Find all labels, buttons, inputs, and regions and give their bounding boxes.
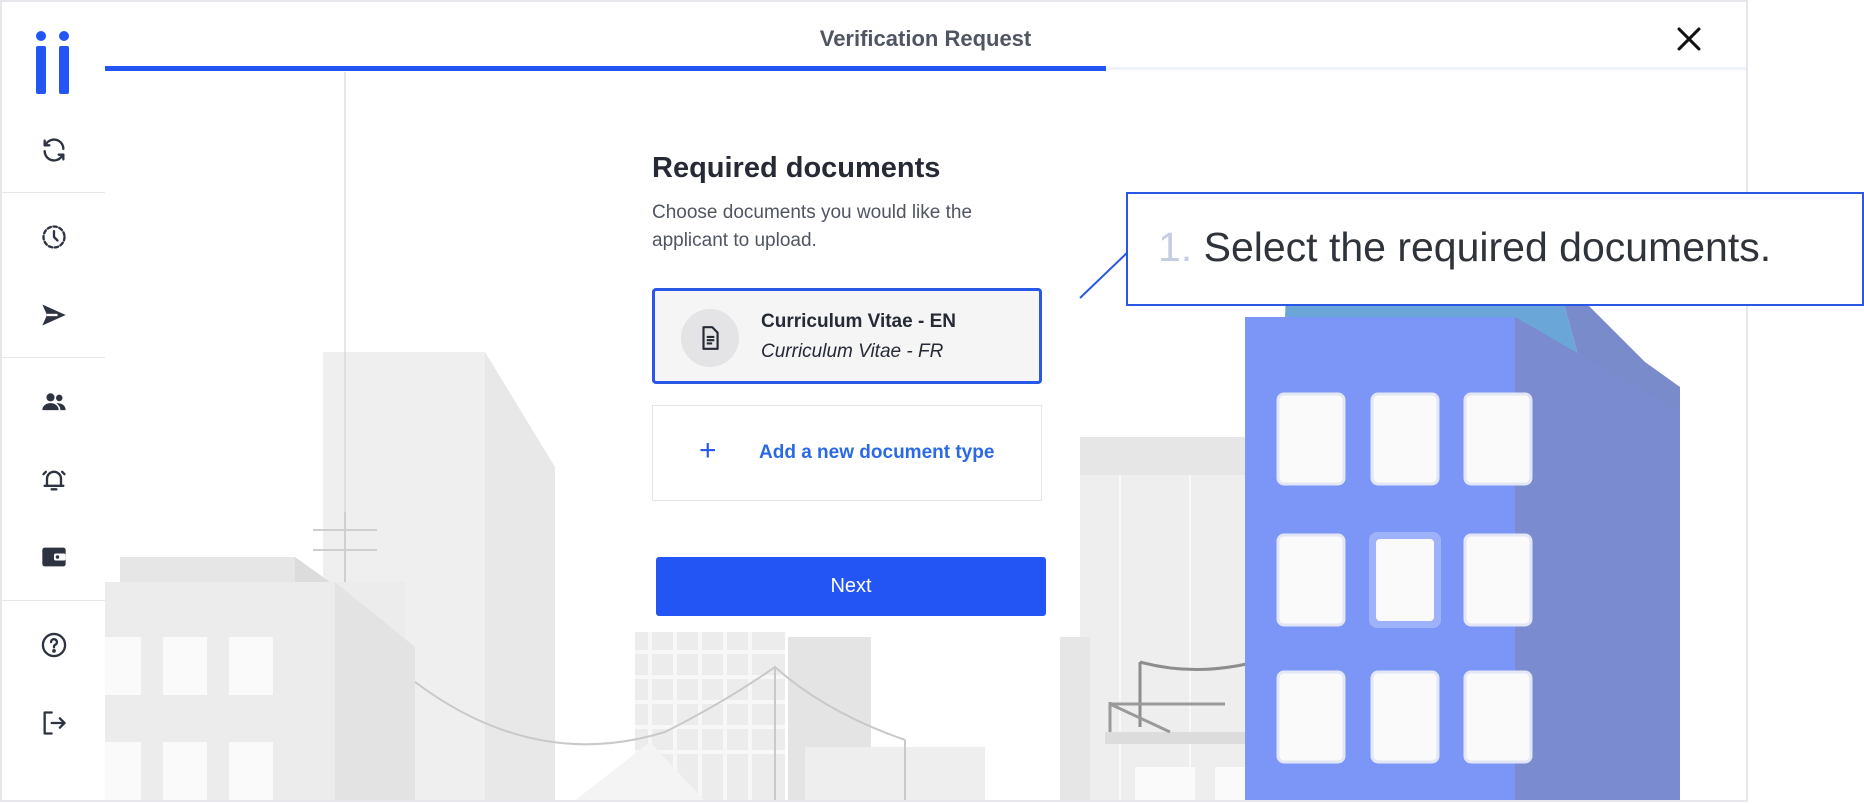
required-documents-panel: Required documents Choose documents you …	[652, 152, 1052, 255]
section-description: Choose documents you would like the appl…	[652, 202, 973, 251]
callout-step-number: 1.	[1158, 224, 1193, 270]
app-logo	[36, 31, 69, 94]
document-subtitle: Curriculum Vitae - FR	[761, 341, 944, 362]
plus-icon: +	[699, 434, 717, 467]
wallet-icon[interactable]	[38, 541, 70, 573]
progress-bar	[105, 66, 1746, 71]
tutorial-callout: 1. Select the required documents.	[1126, 192, 1864, 306]
close-icon[interactable]	[1672, 22, 1706, 56]
sidebar-divider	[2, 192, 105, 193]
page-title: Verification Request	[819, 26, 1032, 51]
callout-text: 1. Select the required documents.	[1158, 224, 1771, 271]
callout-connector	[1079, 249, 1131, 299]
alarm-icon[interactable]	[38, 464, 70, 496]
next-button[interactable]: Next	[656, 557, 1046, 616]
users-icon[interactable]	[38, 386, 70, 418]
history-icon[interactable]	[38, 221, 70, 253]
header: Verification Request	[105, 2, 1746, 72]
refresh-icon[interactable]	[38, 134, 70, 166]
app-window: Verification Request Required documents …	[0, 0, 1748, 802]
add-document-type-button[interactable]: + Add a new document type	[652, 405, 1042, 501]
logout-icon[interactable]	[38, 707, 70, 739]
callout-message: Select the required documents.	[1203, 224, 1772, 270]
document-icon	[681, 309, 739, 367]
section-heading: Required documents	[652, 152, 941, 184]
add-document-type-label: Add a new document type	[759, 442, 995, 463]
send-icon[interactable]	[38, 299, 70, 331]
sidebar	[2, 2, 105, 800]
document-option-card[interactable]: Curriculum Vitae - EN Curriculum Vitae -…	[652, 288, 1042, 384]
sidebar-divider	[2, 600, 105, 601]
sidebar-divider	[2, 357, 105, 358]
progress-fill	[105, 66, 1106, 71]
document-title: Curriculum Vitae - EN	[761, 311, 956, 332]
help-icon[interactable]	[38, 629, 70, 661]
